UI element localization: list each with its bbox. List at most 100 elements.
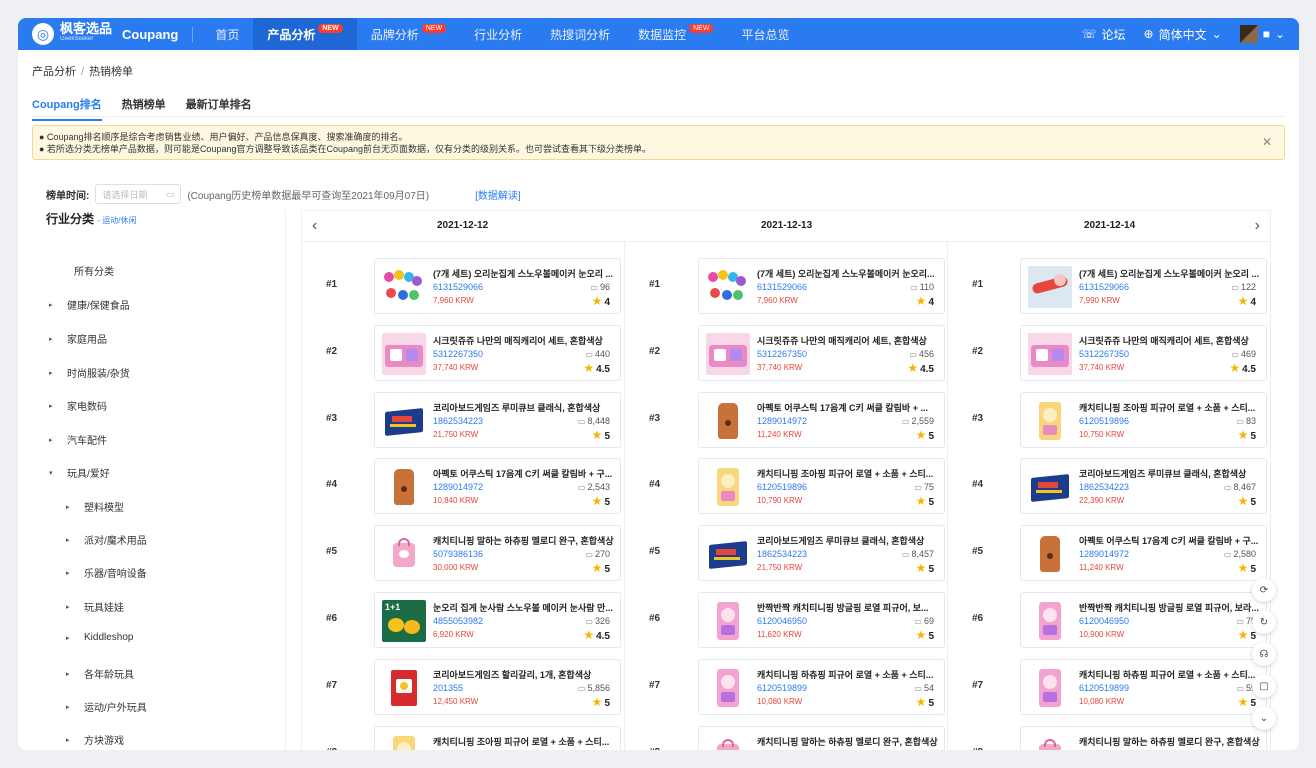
product-image[interactable]	[1028, 332, 1072, 375]
product-title[interactable]: 캐치티니핑 조아핑 피규어 로열 + 소품 + 스티...	[1079, 401, 1263, 414]
chevron-down-icon[interactable]: ⌄	[1252, 706, 1276, 730]
product-image[interactable]	[1028, 533, 1072, 576]
nav-item[interactable]: 首页	[201, 18, 253, 50]
product-image[interactable]	[1028, 266, 1072, 308]
product-card[interactable]: (7개 세트) 오리눈집게 스노우볼메이커 눈오리 ... 6131529066 7…	[1020, 258, 1267, 314]
product-card[interactable]: 캐치티니핑 말하는 하츄핑 멜로디 완구, 혼합색상	[1020, 725, 1267, 750]
product-card[interactable]: 1+1 눈오리 집게 눈사람 스노우볼 메이커 눈사람 만... 485505398…	[374, 592, 621, 648]
product-image[interactable]	[706, 733, 750, 750]
product-id[interactable]: 1862534223	[433, 416, 483, 426]
product-image[interactable]	[706, 666, 750, 709]
platform-name[interactable]: Coupang	[122, 26, 194, 42]
product-card[interactable]: 캐치티니핑 조아핑 피규어 로열 + 소품 + 스티... 6120519896 1…	[698, 458, 945, 515]
sidebar-item[interactable]: ▸ 家电数码	[49, 398, 107, 413]
product-image[interactable]	[1028, 600, 1072, 642]
product-title[interactable]: 캐치티니핑 조아핑 피규어 로열 + 소품 + 스티...	[433, 735, 617, 748]
product-image[interactable]	[1028, 399, 1072, 442]
support-icon[interactable]: ☊	[1252, 642, 1276, 666]
tab-hot-list[interactable]: 热销榜单	[122, 96, 166, 121]
product-id[interactable]: 5079386136	[433, 549, 483, 559]
product-title[interactable]: (7개 세트) 오리눈집게 스노우볼메이커 눈오리...	[757, 267, 941, 280]
sidebar-item[interactable]: ▸ 运动/户外玩具	[66, 699, 147, 714]
product-image[interactable]	[706, 533, 750, 576]
product-id[interactable]: 5312267350	[1079, 349, 1129, 359]
product-image[interactable]	[1028, 666, 1072, 709]
nav-item[interactable]: 热搜词分析	[536, 18, 624, 50]
product-card[interactable]: 캐치티니핑 하츄핑 피규어 로열 + 소품 + 스티... 6120519899 1…	[698, 658, 945, 715]
close-icon[interactable]: ✕	[1262, 136, 1272, 148]
product-title[interactable]: 코리아보드게임즈 할리갈리, 1개, 혼합색상	[433, 668, 617, 681]
sidebar-item[interactable]: ▸ 方块游戏	[66, 732, 124, 747]
product-id[interactable]: 1862534223	[757, 549, 807, 559]
product-card[interactable]: 시크릿쥬쥬 나만의 매직캐리어 세트, 혼합색상 5312267350 37,740…	[374, 324, 621, 381]
product-id[interactable]: 6120519899	[757, 683, 807, 693]
product-id[interactable]: 5312267350	[433, 349, 483, 359]
product-id[interactable]: 6120046950	[757, 616, 807, 626]
product-title[interactable]: (7개 세트) 오리눈집게 스노우볼메이커 눈오리 ...	[433, 267, 617, 280]
product-card[interactable]: 캐치티니핑 말하는 하츄핑 멜로디 완구, 혼합색상 5079386136 30,0…	[374, 525, 621, 582]
product-title[interactable]: 캐치티니핑 말하는 하츄핑 멜로디 완구, 혼합색상	[433, 534, 617, 547]
sidebar-item[interactable]: ▸ Kiddleshop	[66, 632, 133, 643]
product-title[interactable]: 시크릿쥬쥬 나만의 매직캐리어 세트, 혼합색상	[1079, 334, 1263, 347]
product-image[interactable]	[382, 399, 426, 442]
sidebar-item[interactable]: ▸ 玩具娃娃	[66, 599, 124, 614]
product-title[interactable]: 반짝반짝 캐치티니핑 방글핑 로열 피규어, 보...	[757, 601, 941, 614]
product-image[interactable]	[1028, 466, 1072, 509]
sidebar-item[interactable]: ▸ 各年龄玩具	[66, 666, 134, 681]
product-title[interactable]: 캐치티니핑 하츄핑 피규어 로열 + 소품 + 스티...	[1079, 668, 1263, 681]
product-id[interactable]: 6131529066	[757, 282, 807, 292]
refresh-icon[interactable]: ⟳	[1252, 578, 1276, 602]
product-id[interactable]: 6120046950	[1079, 616, 1129, 626]
product-card[interactable]: 코리아보드게임즈 루미큐브 클래식, 혼합색상 1862534223 22,390 …	[1020, 458, 1267, 515]
nav-item[interactable]: 行业分析	[460, 18, 536, 50]
product-title[interactable]: 코리아보드게임즈 루미큐브 클래식, 혼합색상	[433, 401, 617, 414]
product-title[interactable]: 시크릿쥬쥬 나만의 매직캐리어 세트, 혼합색상	[757, 334, 941, 347]
product-title[interactable]: 코리아보드게임즈 루미큐브 클래식, 혼합색상	[757, 534, 941, 547]
product-image[interactable]	[706, 399, 750, 442]
sidebar-item[interactable]: 所有分类	[49, 263, 114, 278]
sidebar-item[interactable]: ▸ 汽车配件	[49, 432, 107, 447]
product-title[interactable]: 캐치티니핑 조아핑 피규어 로열 + 소품 + 스티...	[757, 467, 941, 480]
nav-item[interactable]: 品牌分析 NEW	[357, 18, 460, 50]
product-id[interactable]: 6120519899	[1079, 683, 1129, 693]
chevron-left-icon[interactable]: ‹	[312, 217, 317, 235]
product-card[interactable]: 반짝반짝 캐치티니핑 방글핑 로열 피규어, 보... 6120046950 11,…	[698, 592, 945, 648]
sidebar-item[interactable]: ▸ 健康/保健食品	[49, 297, 130, 312]
product-card[interactable]: 아펙토 어쿠스틱 17음계 C키 써클 칼림바 + ... 1289014972 1…	[698, 391, 945, 448]
breadcrumb-item[interactable]: 产品分析	[32, 66, 76, 78]
tab-coupang-rank[interactable]: Coupang排名	[32, 96, 102, 121]
product-image[interactable]	[382, 733, 426, 750]
product-id[interactable]: 6131529066	[433, 282, 483, 292]
product-image[interactable]	[382, 533, 426, 576]
user-menu[interactable]: ■ ⌄	[1239, 25, 1285, 43]
product-card[interactable]: 캐치티니핑 말하는 하츄핑 멜로디 완구, 혼합색상	[698, 725, 945, 750]
tab-latest-orders[interactable]: 最新订单排名	[186, 96, 252, 121]
language-select[interactable]: ⊕ 简体中文 ⌄	[1144, 26, 1222, 43]
nav-item[interactable]: 数据监控 NEW	[624, 18, 727, 50]
product-image[interactable]	[706, 600, 750, 642]
forum-link[interactable]: ☏ 论坛	[1082, 26, 1126, 43]
product-image[interactable]	[706, 266, 750, 308]
product-card[interactable]: 캐치티니핑 조아핑 피규어 로열 + 소품 + 스티... 6120519896 1…	[1020, 391, 1267, 448]
sidebar-item[interactable]: ▾ 玩具/爱好	[49, 465, 110, 480]
sidebar-subtitle[interactable]: - 运动/休闲	[97, 216, 136, 225]
product-card[interactable]: (7개 세트) 오리눈집게 스노우볼메이커 눈오리... 6131529066 7,…	[698, 258, 945, 314]
product-id[interactable]: 5312267350	[757, 349, 807, 359]
reload-icon[interactable]: ↻	[1252, 610, 1276, 634]
sidebar-item[interactable]: ▸ 塑料模型	[66, 499, 124, 514]
product-image[interactable]	[382, 666, 426, 709]
product-title[interactable]: 캐치티니핑 하츄핑 피규어 로열 + 소품 + 스티...	[757, 668, 941, 681]
product-id[interactable]: 1289014972	[757, 416, 807, 426]
logo[interactable]: ◎ 枫客选品 GeekSeeker	[32, 22, 112, 45]
nav-item[interactable]: 产品分析 NEW	[253, 18, 357, 50]
sidebar-item[interactable]: ▸ 派对/魔术用品	[66, 532, 147, 547]
product-card[interactable]: 아펙토 어쿠스틱 17음계 C키 써클 칼림바 + 구... 1289014972…	[374, 458, 621, 515]
product-id[interactable]: 6120519896	[757, 482, 807, 492]
sidebar-item[interactable]: ▸ 乐器/音响设备	[66, 565, 147, 580]
product-id[interactable]: 6131529066	[1079, 282, 1129, 292]
product-card[interactable]: 캐치티니핑 하츄핑 피규어 로열 + 소품 + 스티... 6120519899 1…	[1020, 658, 1267, 715]
chat-icon[interactable]: ▢	[1252, 674, 1276, 698]
product-image[interactable]	[706, 332, 750, 375]
date-picker-input[interactable]: 请选择日期 ▭	[95, 184, 182, 204]
sidebar-item[interactable]: ▸ 家庭用品	[49, 331, 107, 346]
